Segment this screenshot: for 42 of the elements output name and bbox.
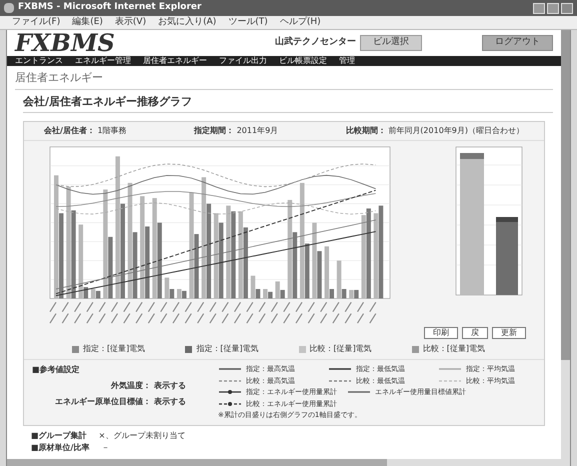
chart-button[interactable]: 戻 <box>462 327 488 339</box>
maximize-button[interactable] <box>547 2 559 14</box>
close-button[interactable] <box>561 2 573 14</box>
legend-label: 比較：[従量]電気 <box>310 343 372 355</box>
window-title: FXBMS - Microsoft Internet Explorer <box>18 1 202 14</box>
nav-item[interactable]: 居住者エネルギー <box>143 57 207 65</box>
reference-setting: エネルギー原単位目標値： 表示する <box>55 396 187 408</box>
nav-item[interactable]: エントランス <box>15 57 63 65</box>
horizontal-scrollbar[interactable] <box>7 459 561 466</box>
nav-item[interactable]: ファイル出力 <box>219 57 267 65</box>
chart-button[interactable]: 更新 <box>492 327 526 339</box>
menu-item[interactable]: 表示(V) <box>114 18 146 27</box>
menu-item[interactable]: ヘルプ(H) <box>280 18 321 27</box>
setting-label: ■グループ集計 <box>31 430 87 442</box>
setting-value: － <box>101 442 110 454</box>
menu-item[interactable]: ファイル(F) <box>12 18 60 27</box>
site-name: 山武テクノセンター <box>275 36 356 50</box>
menu-item[interactable]: お気に入り(A) <box>158 18 216 27</box>
info-text: 比較期間： 前年同月(2010年9月)（曜日合わせ） <box>346 125 524 137</box>
section-title: 会社/居住者エネルギー推移グラフ <box>23 94 553 113</box>
reference-heading: ■参考値設定 <box>32 364 81 376</box>
vertical-scrollbar[interactable] <box>561 30 570 466</box>
chart-button[interactable]: 印刷 <box>424 327 458 339</box>
menu-item[interactable]: 編集(E) <box>72 18 103 27</box>
info-text: 会社/居住者： 1階事務 <box>44 125 127 137</box>
legend-label: 指定：[従量]電気 <box>196 343 258 355</box>
legend-label: 指定：[従量]電気 <box>83 343 146 355</box>
menu-item[interactable]: ツール(T) <box>228 18 268 27</box>
legend-label: 比較：[従量]電気 <box>422 343 485 355</box>
page-title: 居住者エネルギー <box>15 70 553 90</box>
reference-setting: 外気温度： 表示する <box>111 380 187 392</box>
logo: FXBMS <box>15 31 115 55</box>
nav-item[interactable]: エネルギー管理 <box>75 57 131 65</box>
logout-button[interactable]: ログアウト <box>482 35 553 51</box>
building-select-button[interactable]: ビル選択 <box>360 35 422 51</box>
browser-icon <box>4 3 14 13</box>
setting-label: ■原材単位/比率 <box>31 442 90 454</box>
minimize-button[interactable] <box>533 2 545 14</box>
nav-item[interactable]: ビル帳票設定 <box>279 57 327 65</box>
info-text: 指定期間： 2011年9月 <box>194 125 278 137</box>
nav-item[interactable]: 管理 <box>339 57 355 65</box>
setting-value: ×、グループ未割り当て <box>98 430 186 442</box>
